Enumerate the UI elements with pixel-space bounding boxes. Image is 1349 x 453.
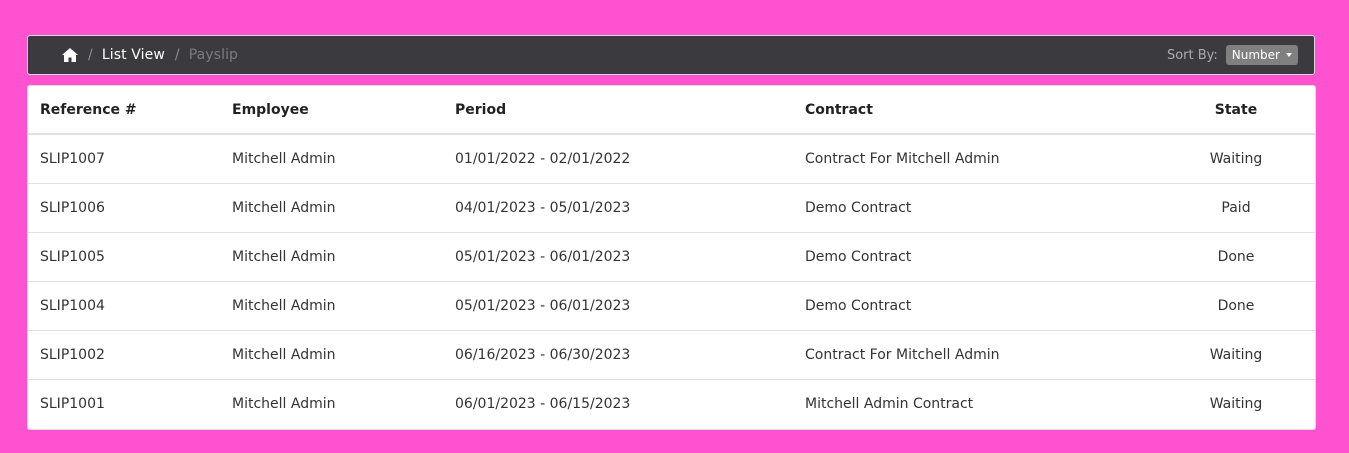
table-row[interactable]: SLIP1007 Mitchell Admin 01/01/2022 - 02/… xyxy=(28,134,1315,183)
breadcrumb-list-view-link[interactable]: List View xyxy=(102,47,165,63)
cell-contract: Contract For Mitchell Admin xyxy=(805,150,1000,167)
cell-period: 06/01/2023 - 06/15/2023 xyxy=(443,378,793,428)
home-icon[interactable] xyxy=(62,47,78,63)
cell-period: 06/16/2023 - 06/30/2023 xyxy=(443,329,793,379)
cell-period: 05/01/2023 - 06/01/2023 xyxy=(443,231,793,281)
header-row: Reference # Employee Period Contract Sta… xyxy=(28,86,1315,135)
sort-dropdown-button[interactable]: Number xyxy=(1225,45,1298,65)
breadcrumb: / List View / Payslip xyxy=(62,47,238,63)
header-reference: Reference # xyxy=(28,86,220,135)
cell-employee: Mitchell Admin xyxy=(220,231,443,281)
cell-state: Done xyxy=(1155,280,1315,330)
breadcrumb-separator: / xyxy=(88,47,93,63)
cell-state: Paid xyxy=(1155,182,1315,232)
cell-state: Done xyxy=(1155,231,1315,281)
caret-down-icon xyxy=(1286,53,1292,57)
cell-reference: SLIP1007 xyxy=(40,150,105,167)
cell-employee: Mitchell Admin xyxy=(220,182,443,232)
cell-contract: Contract For Mitchell Admin xyxy=(793,329,1155,379)
cell-employee: Mitchell Admin xyxy=(220,378,443,428)
page: / List View / Payslip Sort By: Number Re… xyxy=(0,0,1349,453)
sort-selected-value: Number xyxy=(1231,48,1280,62)
payslip-table-card: Reference # Employee Period Contract Sta… xyxy=(27,85,1316,430)
header-period: Period xyxy=(443,86,793,135)
breadcrumb-bar: / List View / Payslip Sort By: Number xyxy=(27,35,1315,75)
cell-state: Waiting xyxy=(1155,378,1315,428)
cell-employee: Mitchell Admin xyxy=(232,150,336,167)
cell-period: 01/01/2022 - 02/01/2022 xyxy=(455,150,631,167)
payslip-table: Reference # Employee Period Contract Sta… xyxy=(28,86,1315,428)
cell-contract: Demo Contract xyxy=(793,280,1155,330)
table-row[interactable]: SLIP1002 Mitchell Admin 06/16/2023 - 06/… xyxy=(28,329,1315,379)
cell-contract: Demo Contract xyxy=(793,231,1155,281)
breadcrumb-current: Payslip xyxy=(188,47,239,63)
cell-state: Waiting xyxy=(1155,329,1315,379)
cell-employee: Mitchell Admin xyxy=(220,329,443,379)
table-row[interactable]: SLIP1005 Mitchell Admin 05/01/2023 - 06/… xyxy=(28,231,1315,281)
cell-reference: SLIP1002 xyxy=(28,329,220,379)
table-header: Reference # Employee Period Contract Sta… xyxy=(28,86,1315,135)
cell-reference: SLIP1001 xyxy=(28,378,220,428)
header-employee: Employee xyxy=(220,86,443,135)
sort-control: Sort By: Number xyxy=(1167,45,1298,65)
table-row[interactable]: SLIP1006 Mitchell Admin 04/01/2023 - 05/… xyxy=(28,182,1315,232)
cell-contract: Demo Contract xyxy=(793,182,1155,232)
table-row[interactable]: SLIP1001 Mitchell Admin 06/01/2023 - 06/… xyxy=(28,378,1315,428)
cell-reference: SLIP1006 xyxy=(28,182,220,232)
cell-employee: Mitchell Admin xyxy=(220,280,443,330)
header-contract: Contract xyxy=(793,86,1155,135)
cell-contract: Mitchell Admin Contract xyxy=(793,378,1155,428)
cell-period: 05/01/2023 - 06/01/2023 xyxy=(443,280,793,330)
cell-period: 04/01/2023 - 05/01/2023 xyxy=(443,182,793,232)
home-icon-svg xyxy=(62,48,78,62)
sort-label: Sort By: xyxy=(1166,47,1218,63)
breadcrumb-separator: / xyxy=(174,47,180,63)
cell-reference: SLIP1005 xyxy=(28,231,220,281)
header-state: State xyxy=(1155,86,1315,135)
cell-reference: SLIP1004 xyxy=(28,280,220,330)
cell-state: Waiting xyxy=(1209,150,1263,167)
table-row[interactable]: SLIP1004 Mitchell Admin 05/01/2023 - 06/… xyxy=(28,280,1315,330)
table-body: SLIP1007 Mitchell Admin 01/01/2022 - 02/… xyxy=(28,134,1315,428)
